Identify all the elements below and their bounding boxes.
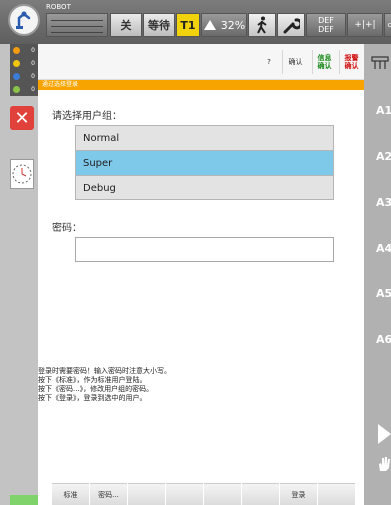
speed-icon — [203, 20, 216, 30]
user-group-option[interactable]: Normal — [75, 125, 334, 150]
softkey-empty[interactable] — [166, 483, 203, 505]
confirm-button[interactable]: 确认 — [282, 50, 308, 74]
close-icon[interactable]: ✕ — [10, 106, 34, 130]
softkey-empty[interactable] — [318, 483, 355, 505]
help-line: 登录时需要密码！输入密码时注意大小写。 — [38, 367, 171, 375]
standard-softkey[interactable]: 标准 — [52, 483, 89, 505]
help-button[interactable]: ? — [258, 50, 280, 74]
help-line: 按下《密码...》，修改用户组的密码。 — [38, 385, 154, 393]
right-panel: A1 A2 A3 A4 A5 A6 — [364, 44, 391, 505]
axis-a1-key[interactable]: A1 — [376, 104, 391, 117]
hand-icon[interactable] — [377, 456, 391, 472]
speed-value: 32% — [220, 18, 246, 32]
user-group-list: Normal Super Debug — [75, 125, 334, 200]
user-group-label: 请选择用户组： — [52, 111, 122, 122]
top-status-bar: ROBOT 关 等待 T1 32% DEF DEF +|+| c — [0, 0, 391, 44]
run-mode-button[interactable] — [248, 13, 276, 37]
softkey-spacer — [38, 483, 51, 505]
play-icon[interactable] — [378, 424, 391, 444]
speed-button[interactable]: 32% — [201, 13, 247, 37]
password-input[interactable] — [75, 237, 334, 262]
axis-a6-key[interactable]: A6 — [376, 333, 391, 346]
def-status-button[interactable]: DEF DEF — [306, 13, 346, 37]
warning-counter: 0 — [11, 45, 37, 56]
login-softkey[interactable]: 登录 — [280, 483, 317, 505]
walking-person-icon — [257, 16, 267, 34]
hint-counter: 0 — [11, 58, 37, 69]
def-line-2: DEF — [318, 25, 334, 34]
clock-icon[interactable] — [10, 159, 34, 189]
help-line: 按下《登录》，登录到选中的用户。 — [38, 394, 147, 402]
user-group-option-selected[interactable]: Super — [75, 150, 334, 175]
def-line-1: DEF — [318, 16, 334, 25]
drive-off-button[interactable]: 关 — [110, 13, 142, 37]
softkey-empty[interactable] — [242, 483, 279, 505]
softkey-empty[interactable] — [128, 483, 165, 505]
wrench-icon — [283, 18, 300, 34]
tool-frame-icon[interactable] — [371, 56, 389, 70]
robot-label: ROBOT — [46, 3, 71, 11]
robot-status-box[interactable] — [46, 13, 108, 37]
softkey-empty[interactable] — [204, 483, 241, 505]
overflow-button[interactable]: c — [384, 13, 391, 37]
alarm-confirm-button[interactable]: 报警 确认 — [339, 50, 363, 74]
info-counter: 0 — [11, 71, 37, 82]
jog-arrows-icon: +|+| — [354, 20, 376, 30]
banner: 通过选择登录 — [38, 80, 364, 90]
message-header: ? 确认 信息 确认 报警 确认 — [38, 44, 364, 80]
jog-mode-button[interactable]: +|+| — [347, 13, 383, 37]
info-confirm-button[interactable]: 信息 确认 — [312, 50, 336, 74]
axis-a2-key[interactable]: A2 — [376, 150, 391, 163]
axis-a3-key[interactable]: A3 — [376, 196, 391, 209]
help-line: 按下《标准》，作为标准用户登陆。 — [38, 376, 147, 384]
message-counters[interactable]: 0 0 0 0 — [10, 44, 38, 96]
login-window: ? 确认 信息 确认 报警 确认 通过选择登录 请选择用户组： Normal S… — [38, 44, 364, 505]
tool-button[interactable] — [277, 13, 305, 37]
left-panel: 0 0 0 0 ✕ — [0, 44, 38, 505]
wait-button[interactable]: 等待 — [143, 13, 175, 37]
axis-a4-key[interactable]: A4 — [376, 242, 391, 255]
axis-a5-key[interactable]: A5 — [376, 287, 391, 300]
help-text: 登录时需要密码！输入密码时注意大小写。 按下《标准》，作为标准用户登陆。 按下《… — [38, 367, 171, 403]
password-softkey[interactable]: 密码... — [90, 483, 127, 505]
status-indicator — [10, 495, 38, 505]
ok-counter: 0 — [11, 84, 37, 95]
user-group-option[interactable]: Debug — [75, 175, 334, 200]
softkey-bar: 标准 密码... 登录 — [38, 483, 364, 505]
password-label: 密码： — [52, 223, 82, 234]
mode-t1-button[interactable]: T1 — [176, 13, 200, 37]
robot-logo-icon[interactable] — [8, 4, 40, 36]
